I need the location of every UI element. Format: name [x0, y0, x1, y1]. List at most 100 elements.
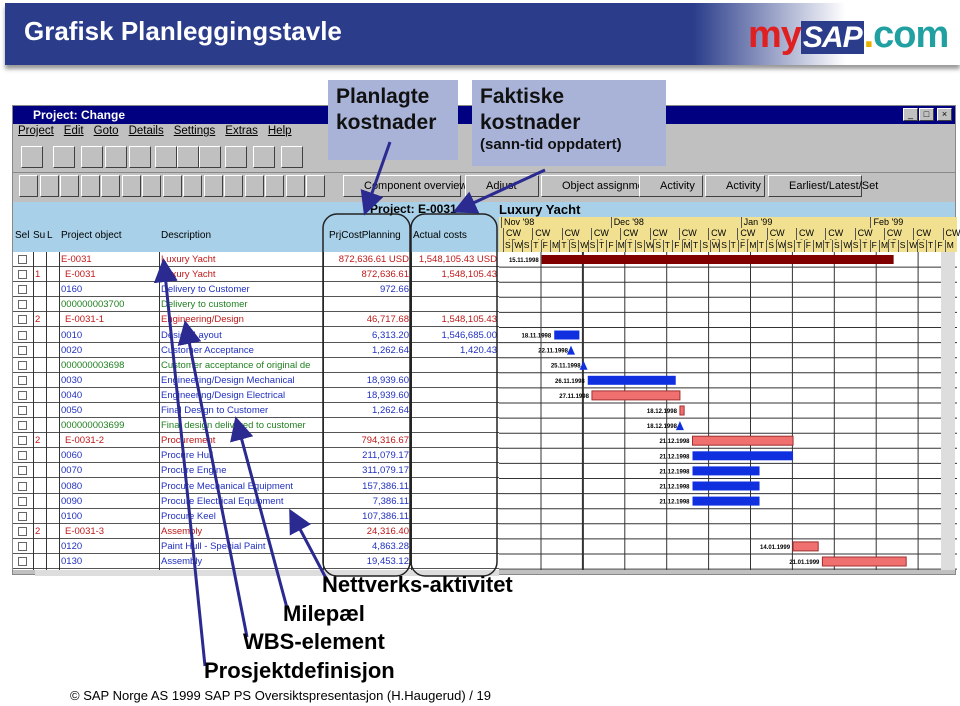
toolbar-icon-button[interactable] [155, 146, 177, 168]
toolbar-icon-button[interactable] [142, 175, 161, 197]
select-checkbox[interactable] [18, 541, 27, 551]
select-checkbox[interactable] [18, 451, 27, 461]
toolbar-icon-button[interactable] [21, 146, 43, 168]
project-object[interactable]: 0090 [61, 496, 82, 507]
project-object[interactable]: E-0031-3 [65, 526, 104, 537]
project-object[interactable]: 0120 [61, 541, 82, 552]
table-row[interactable]: 0050 Final Design to Customer 1,262.64 [13, 403, 499, 418]
select-checkbox[interactable] [18, 481, 27, 491]
project-object[interactable]: 0050 [61, 405, 82, 416]
close-button[interactable]: × [937, 108, 952, 121]
menu-edit[interactable]: Edit [64, 125, 84, 137]
toolbar-button-4[interactable]: Activity [705, 175, 765, 197]
table-row[interactable]: 0120 Paint Hull - Special Paint 4,863.28 [13, 539, 499, 554]
toolbar-icon-button[interactable] [225, 146, 247, 168]
select-checkbox[interactable] [18, 255, 27, 264]
toolbar-icon-button[interactable] [105, 146, 127, 168]
toolbar-icon-button[interactable] [121, 175, 141, 197]
project-object[interactable]: 0030 [61, 375, 82, 386]
column-header-2[interactable]: L [47, 230, 53, 241]
menu-goto[interactable]: Goto [94, 125, 119, 137]
toolbar-icon-button[interactable] [224, 175, 243, 197]
project-object[interactable]: 0060 [61, 450, 82, 461]
column-header-3[interactable]: Project object [61, 230, 122, 241]
select-checkbox[interactable] [18, 557, 27, 566]
table-row[interactable]: 0010 Design Layout 6,313.20 1,546,685.00 [13, 328, 499, 343]
toolbar-icon-button[interactable] [265, 175, 284, 197]
table-row[interactable]: 0040 Engineering/Design Electrical 18,939.… [13, 388, 499, 403]
table-row[interactable]: 000000003698 Customer acceptance of origi… [13, 358, 499, 373]
select-checkbox[interactable] [18, 406, 27, 415]
project-object[interactable]: 0100 [61, 511, 82, 522]
project-object[interactable]: 0070 [61, 465, 82, 476]
select-checkbox[interactable] [18, 496, 27, 506]
minimize-button[interactable]: _ [903, 108, 918, 121]
table-row[interactable]: 0090 Procure Electrical Equipment 7,386.11 [13, 494, 499, 509]
select-checkbox[interactable] [18, 300, 27, 310]
toolbar-icon-button[interactable] [281, 146, 303, 168]
select-checkbox[interactable] [18, 345, 27, 355]
select-checkbox[interactable] [18, 285, 27, 295]
table-row[interactable]: 0060 Procure Hull 211,079.17 [13, 448, 499, 464]
toolbar-icon-button[interactable] [177, 146, 199, 168]
menu-extras[interactable]: Extras [225, 125, 258, 137]
table-row[interactable]: 0080 Procure Mechanical Equipment 157,386.… [13, 479, 499, 494]
project-object[interactable]: 0010 [61, 330, 82, 341]
select-checkbox[interactable] [18, 390, 27, 400]
select-checkbox[interactable] [18, 330, 27, 340]
column-header-5[interactable]: PrjCostPlanning [329, 230, 401, 241]
table-row[interactable]: 0020 Customer Acceptance 1,262.64 1,420.43 [13, 343, 499, 358]
select-checkbox[interactable] [18, 315, 27, 325]
project-object[interactable]: E-0031 [65, 269, 96, 280]
project-object[interactable]: 000000003699 [61, 420, 124, 431]
select-checkbox[interactable] [18, 270, 27, 280]
toolbar-icon-button[interactable] [183, 175, 202, 197]
toolbar-icon-button[interactable] [53, 146, 75, 168]
maximize-button[interactable]: □ [919, 108, 934, 121]
toolbar-button-3[interactable]: Activity [639, 175, 703, 197]
column-header-4[interactable]: Description [161, 230, 211, 241]
project-object[interactable]: E-0031-1 [65, 314, 104, 325]
select-checkbox[interactable] [18, 466, 27, 476]
select-checkbox[interactable] [18, 360, 27, 370]
menu-details[interactable]: Details [129, 125, 164, 137]
table-row[interactable]: 0100 Procure Keel 107,386.11 [13, 509, 499, 524]
toolbar-icon-button[interactable] [244, 175, 264, 197]
table-row[interactable]: 000000003699 Final design delivered to cu… [13, 418, 499, 434]
project-object[interactable]: 000000003700 [61, 299, 124, 310]
table-row[interactable]: 1 E-0031 Luxury Yacht 872,636.61 1,548,105.4… [13, 267, 499, 283]
project-object[interactable]: 0020 [61, 345, 82, 356]
project-object[interactable]: 0130 [61, 556, 82, 567]
project-object[interactable]: 0160 [61, 284, 82, 295]
select-checkbox[interactable] [18, 511, 27, 521]
toolbar-icon-button[interactable] [285, 175, 305, 197]
toolbar-button-1[interactable]: Adjust [465, 175, 539, 197]
table-row[interactable]: 2 E-0031-2 Procurement 794,316.67 [13, 433, 499, 449]
project-object[interactable]: 000000003698 [61, 360, 124, 371]
select-checkbox[interactable] [18, 375, 27, 385]
toolbar-button-0[interactable]: Component overview [343, 175, 467, 197]
table-row[interactable]: 2 E-0031-1 Engineering/Design 46,717.68 1,54… [13, 312, 499, 328]
toolbar-icon-button[interactable] [19, 175, 38, 197]
project-object[interactable]: E-0031-2 [65, 435, 104, 446]
table-row[interactable]: 0160 Delivery to Customer 972.66 [13, 282, 499, 298]
table-row[interactable]: 0130 Assembly 19,453.12 [13, 554, 499, 569]
toolbar-icon-button[interactable] [129, 146, 151, 168]
toolbar-icon-button[interactable] [306, 175, 325, 197]
select-checkbox[interactable] [18, 436, 27, 446]
table-row[interactable]: 000000003700 Delivery to customer [13, 297, 499, 313]
column-header-1[interactable]: Su [33, 230, 45, 241]
toolbar-icon-button[interactable] [253, 146, 275, 168]
toolbar-icon-button[interactable] [162, 175, 182, 197]
table-row[interactable]: 0030 Engineering/Design Mechanical 18,939.… [13, 373, 499, 388]
menu-settings[interactable]: Settings [174, 125, 216, 137]
column-header-0[interactable]: Sel [15, 230, 29, 241]
select-checkbox[interactable] [18, 421, 27, 431]
project-object[interactable]: 0040 [61, 390, 82, 401]
toolbar-icon-button[interactable] [60, 175, 79, 197]
table-row[interactable]: 2 E-0031-3 Assembly 24,316.40 [13, 524, 499, 539]
toolbar-icon-button[interactable] [101, 175, 120, 197]
toolbar-icon-button[interactable] [39, 175, 59, 197]
project-object[interactable]: 0080 [61, 481, 82, 492]
toolbar-icon-button[interactable] [80, 175, 100, 197]
